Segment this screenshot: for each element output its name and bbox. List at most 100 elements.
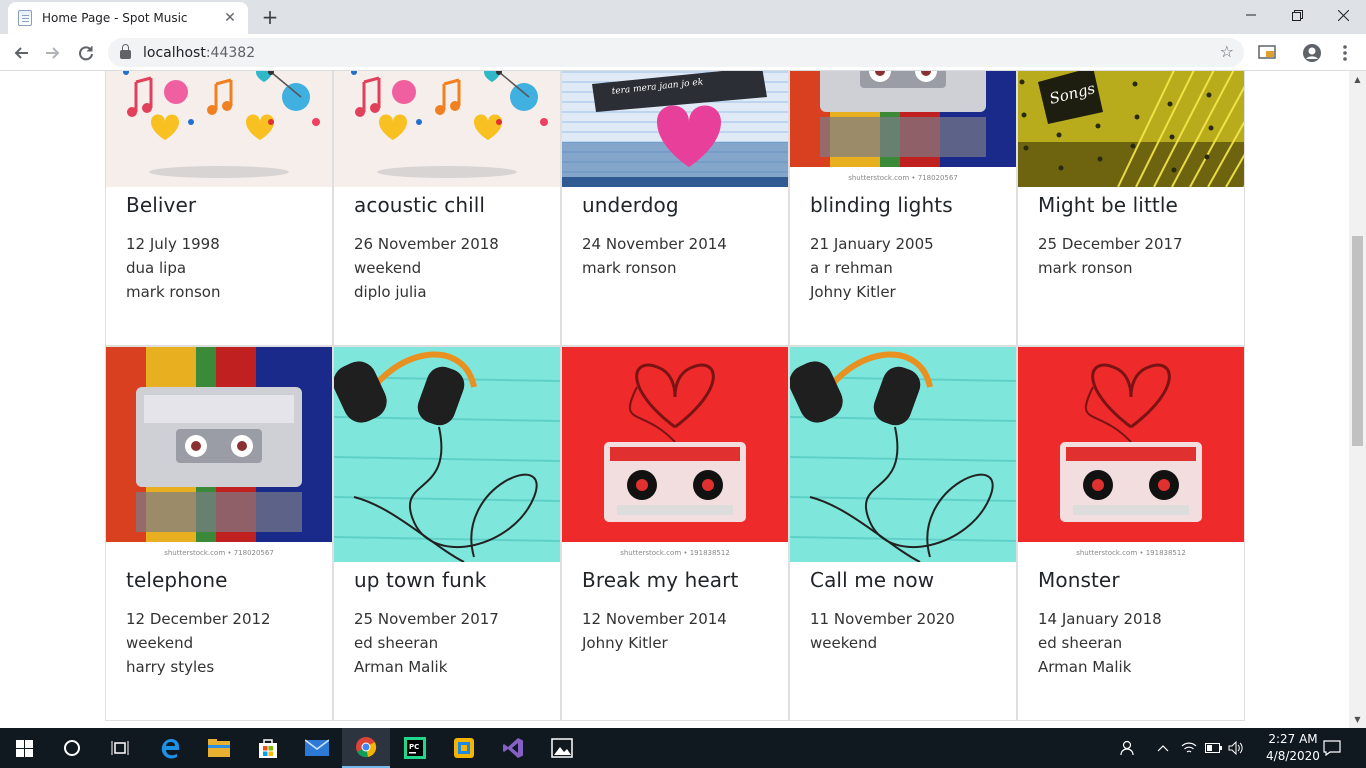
pycharm-icon[interactable]: PC xyxy=(391,728,439,768)
artist-name: mark ronson xyxy=(126,283,221,301)
album-card[interactable]: Songs Might be little 25 December 2017 mark… xyxy=(1017,71,1245,346)
edge-icon[interactable] xyxy=(146,728,194,768)
svg-text:shutterstock.com • 718020567: shutterstock.com • 718020567 xyxy=(164,549,274,557)
chevron-up-icon[interactable] xyxy=(1157,728,1169,768)
app-icon[interactable] xyxy=(440,728,488,768)
album-card[interactable]: shutterstock.com • 191838512 Monster 14 Ja… xyxy=(1017,346,1245,721)
browser-toolbar: localhost:44382 ☆ xyxy=(0,34,1366,71)
release-date: 25 November 2017 xyxy=(354,610,499,628)
battery-icon[interactable] xyxy=(1205,728,1223,768)
release-date: 11 November 2020 xyxy=(810,610,955,628)
reload-icon[interactable] xyxy=(73,40,99,66)
close-tab-button[interactable]: ✕ xyxy=(222,10,238,26)
tab-title: Home Page - Spot Music xyxy=(42,11,188,25)
artist-name: Arman Malik xyxy=(354,658,448,676)
windows-start-icon[interactable] xyxy=(0,728,48,768)
album-cover-image[interactable]: shutterstock.com • 718020567 xyxy=(106,347,332,562)
url-port: :44382 xyxy=(205,44,256,61)
minimize-button[interactable] xyxy=(1228,0,1274,30)
album-title: acoustic chill xyxy=(354,193,486,217)
clock-date: 4/8/2020 xyxy=(1266,749,1320,763)
task-view-icon[interactable] xyxy=(96,728,144,768)
release-date: 14 January 2018 xyxy=(1038,610,1162,628)
artist-name: weekend xyxy=(354,259,422,277)
album-cover-image[interactable]: Songs xyxy=(1018,71,1244,187)
clock-time: 2:27 AM xyxy=(1268,732,1318,746)
scroll-up-arrow-icon[interactable]: ▲ xyxy=(1349,71,1366,88)
album-cover-image[interactable]: shutterstock.com • 191838512 xyxy=(1018,347,1244,562)
artist-name: ed sheeran xyxy=(1038,634,1123,652)
album-card[interactable]: up town funk 25 November 2017 ed sheeran Ar… xyxy=(333,346,561,721)
page-viewport: Beliver 12 July 1998 dua lipa mark ronson a… xyxy=(0,71,1366,728)
menu-kebab-icon[interactable] xyxy=(1334,42,1356,64)
notification-icon[interactable] xyxy=(1323,728,1341,768)
artist-name: a r rehman xyxy=(810,259,893,277)
artist-name: weekend xyxy=(126,634,194,652)
store-icon[interactable] xyxy=(244,728,292,768)
url-host: localhost xyxy=(143,44,206,61)
album-cover-image[interactable]: tera mera jaan jo ek xyxy=(562,71,788,187)
album-title: up town funk xyxy=(354,568,487,592)
album-cover-image[interactable] xyxy=(334,347,560,562)
photos-icon[interactable] xyxy=(538,728,586,768)
close-window-button[interactable] xyxy=(1320,0,1366,30)
album-title: blinding lights xyxy=(810,193,953,217)
new-tab-button[interactable]: + xyxy=(258,5,282,29)
album-title: telephone xyxy=(126,568,228,592)
svg-text:PC: PC xyxy=(409,743,419,751)
release-date: 21 January 2005 xyxy=(810,235,934,253)
artist-name: ed sheeran xyxy=(354,634,439,652)
artist-name: Johny Kitler xyxy=(582,634,668,652)
album-card[interactable]: shutterstock.com • 718020567 telephone 12 … xyxy=(105,346,333,721)
address-bar[interactable]: localhost:44382 ☆ xyxy=(108,38,1244,67)
album-title: underdog xyxy=(582,193,679,217)
album-card[interactable]: Call me now 11 November 2020 weekend xyxy=(789,346,1017,721)
album-title: Break my heart xyxy=(582,568,739,592)
album-card[interactable]: tera mera jaan jo ek underdog 24 November… xyxy=(561,71,789,346)
release-date: 12 July 1998 xyxy=(126,235,220,253)
chrome-icon[interactable] xyxy=(342,728,390,768)
search-circle-icon[interactable] xyxy=(48,728,96,768)
artist-name: mark ronson xyxy=(582,259,677,277)
artist-name: dua lipa xyxy=(126,259,187,277)
scrollbar-thumb[interactable] xyxy=(1352,236,1363,446)
album-cover-image[interactable] xyxy=(334,71,560,187)
back-icon[interactable] xyxy=(8,40,34,66)
svg-text:shutterstock.com • 191838512: shutterstock.com • 191838512 xyxy=(1076,549,1186,557)
mail-icon[interactable] xyxy=(293,728,341,768)
album-title: Call me now xyxy=(810,568,935,592)
volume-icon[interactable] xyxy=(1228,728,1244,768)
file-explorer-icon[interactable] xyxy=(195,728,243,768)
restore-button[interactable] xyxy=(1274,0,1320,30)
bookmark-star-icon[interactable]: ☆ xyxy=(1220,42,1234,61)
artist-name: harry styles xyxy=(126,658,215,676)
wifi-icon[interactable] xyxy=(1181,728,1197,768)
album-cover-image[interactable] xyxy=(790,347,1016,562)
album-card[interactable]: shutterstock.com • 191838512 Break my hea… xyxy=(561,346,789,721)
artist-name: diplo julia xyxy=(354,283,427,301)
profile-avatar-icon[interactable] xyxy=(1301,42,1323,64)
album-cover-image[interactable]: shutterstock.com • 718020567 xyxy=(790,71,1016,187)
album-card[interactable]: Beliver 12 July 1998 dua lipa mark ronson xyxy=(105,71,333,346)
scroll-down-arrow-icon[interactable]: ▼ xyxy=(1349,711,1366,728)
system-clock[interactable]: 2:27 AM 4/8/2020 xyxy=(1258,731,1328,765)
browser-tab-strip: Home Page - Spot Music ✕ + xyxy=(0,0,1366,34)
artist-name: mark ronson xyxy=(1038,259,1133,277)
browser-tab[interactable]: Home Page - Spot Music ✕ xyxy=(8,2,248,34)
forward-icon[interactable] xyxy=(40,40,66,66)
album-card[interactable]: acoustic chill 26 November 2018 weekend dip… xyxy=(333,71,561,346)
vertical-scrollbar[interactable]: ▲ ▼ xyxy=(1349,71,1366,728)
album-cover-image[interactable] xyxy=(106,71,332,187)
album-title: Might be little xyxy=(1038,193,1178,217)
cast-icon[interactable] xyxy=(1256,42,1278,64)
lock-icon xyxy=(120,44,131,59)
album-cover-image[interactable]: shutterstock.com • 191838512 xyxy=(562,347,788,562)
artist-name: weekend xyxy=(810,634,878,652)
people-icon[interactable] xyxy=(1120,728,1136,768)
album-title: Beliver xyxy=(126,193,197,217)
album-card[interactable]: shutterstock.com • 718020567 blinding lig… xyxy=(789,71,1017,346)
svg-text:shutterstock.com • 718020567: shutterstock.com • 718020567 xyxy=(848,174,958,182)
artist-name: Arman Malik xyxy=(1038,658,1132,676)
visual-studio-icon[interactable] xyxy=(489,728,537,768)
release-date: 12 December 2012 xyxy=(126,610,271,628)
